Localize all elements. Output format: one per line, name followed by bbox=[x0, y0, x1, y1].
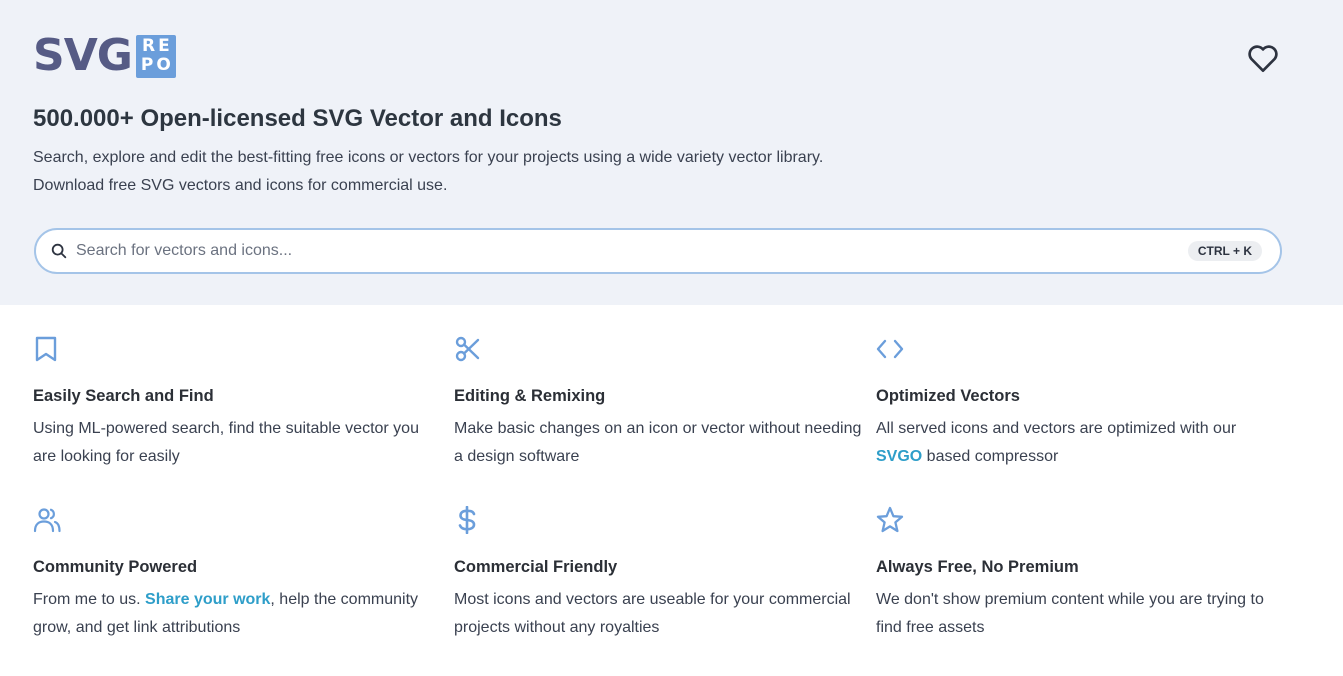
feature-title: Editing & Remixing bbox=[454, 387, 606, 405]
feature-easily-search: Easily Search and Find Using ML-powered … bbox=[33, 335, 443, 465]
feature-title: Easily Search and Find bbox=[33, 387, 214, 405]
feature-text-part: based compressor bbox=[922, 448, 1059, 465]
favorites-button[interactable] bbox=[1245, 41, 1281, 75]
search-icon bbox=[51, 243, 67, 259]
users-icon bbox=[33, 508, 61, 533]
feature-title: Community Powered bbox=[33, 558, 198, 576]
feature-text: From me to us. Share your work, help the… bbox=[33, 586, 443, 642]
logo-repo-box: RE PO bbox=[135, 34, 176, 78]
svgrepo-logo[interactable]: SVG RE PO bbox=[33, 33, 176, 79]
feature-text: Using ML-powered search, find the suitab… bbox=[33, 420, 419, 465]
feature-text-part: From me to us. bbox=[33, 591, 146, 608]
page-subtitle-2: Download free SVG vectors and icons for … bbox=[33, 177, 448, 194]
feature-title: Commercial Friendly bbox=[454, 558, 618, 576]
hero-section: SVG RE PO 500.000+ Open-licensed SVG Vec… bbox=[0, 0, 1343, 305]
feature-title: Optimized Vectors bbox=[876, 387, 1020, 405]
feature-editing-remixing: Editing & Remixing Make basic changes on… bbox=[454, 335, 864, 465]
feature-title: Always Free, No Premium bbox=[876, 558, 1079, 576]
search-bar[interactable]: CTRL + K bbox=[34, 228, 1282, 274]
dollar-icon bbox=[458, 506, 476, 534]
feature-text: Most icons and vectors are useable for y… bbox=[454, 591, 851, 636]
search-input[interactable] bbox=[76, 238, 1176, 264]
feature-text: All served icons and vectors are optimiz… bbox=[876, 415, 1286, 471]
feature-text-part: All served icons and vectors are optimiz… bbox=[876, 420, 1237, 437]
feature-optimized-vectors: Optimized Vectors All served icons and v… bbox=[876, 335, 1286, 465]
scissors-icon bbox=[455, 336, 480, 362]
feature-commercial-friendly: Commercial Friendly Most icons and vecto… bbox=[454, 506, 864, 636]
feature-text: Make basic changes on an icon or vector … bbox=[454, 420, 862, 465]
code-icon bbox=[876, 339, 904, 359]
feature-text: We don't show premium content while you … bbox=[876, 591, 1264, 636]
logo-box-bottom: PO bbox=[140, 55, 174, 75]
page-title: 500.000+ Open-licensed SVG Vector and Ic… bbox=[33, 105, 562, 132]
logo-box-top: RE bbox=[142, 36, 173, 56]
share-your-work-link[interactable]: Share your work bbox=[145, 591, 270, 608]
bookmark-icon bbox=[35, 336, 57, 362]
keyboard-shortcut-badge: CTRL + K bbox=[1187, 241, 1262, 261]
logo-wordmark: SVG bbox=[33, 30, 133, 81]
heart-icon bbox=[1248, 45, 1278, 72]
star-icon bbox=[876, 506, 904, 533]
page-subtitle-1: Search, explore and edit the best-fittin… bbox=[33, 149, 824, 166]
svgo-link[interactable]: SVGO bbox=[876, 448, 922, 465]
feature-community-powered: Community Powered From me to us. Share y… bbox=[33, 506, 443, 636]
feature-always-free: Always Free, No Premium We don't show pr… bbox=[876, 506, 1286, 636]
